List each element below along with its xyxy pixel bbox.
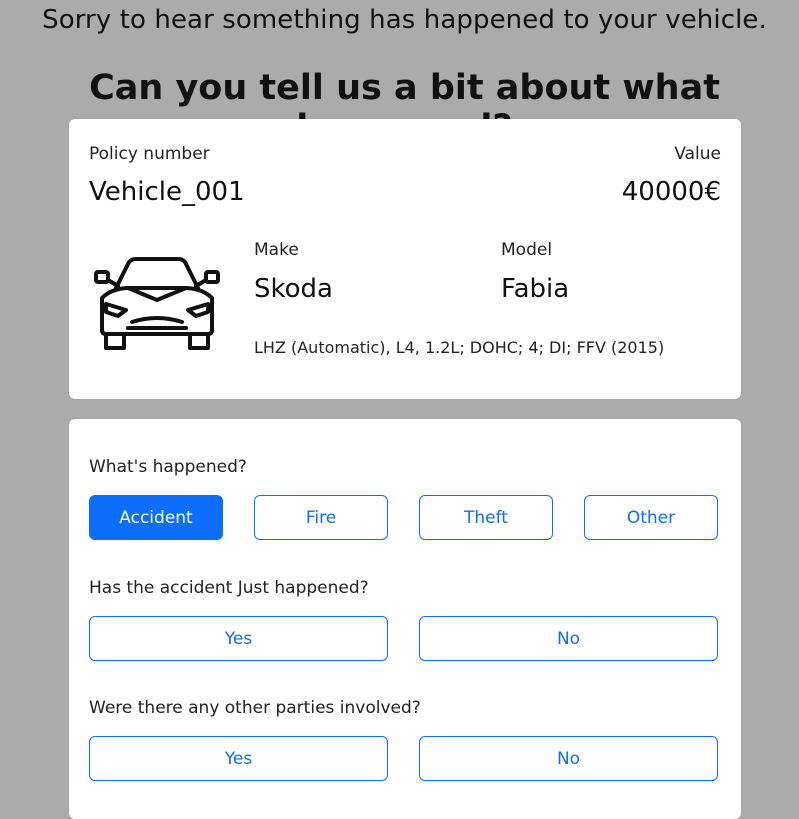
model-label: Model	[501, 240, 553, 260]
just-happened-yes-button[interactable]: Yes	[89, 616, 388, 661]
car-icon	[94, 257, 220, 350]
just-happened-no-button[interactable]: No	[419, 616, 718, 661]
make-value: Skoda	[254, 274, 333, 304]
other-parties-no-button[interactable]: No	[419, 736, 718, 781]
vehicle-value: 40000€	[621, 177, 721, 207]
value-label: Value	[674, 144, 721, 164]
fire-button[interactable]: Fire	[254, 495, 388, 540]
other-parties-yes-button[interactable]: Yes	[89, 736, 388, 781]
what-happened-label: What's happened?	[89, 457, 247, 477]
page-subtitle: Sorry to hear something has happened to …	[42, 5, 767, 35]
just-happened-label: Has the accident Just happened?	[89, 578, 369, 598]
model-value: Fabia	[501, 274, 570, 304]
vehicle-spec: LHZ (Automatic), L4, 1.2L; DOHC; 4; DI; …	[254, 338, 665, 357]
policy-number-value: Vehicle_001	[89, 177, 245, 207]
theft-button[interactable]: Theft	[419, 495, 553, 540]
other-parties-label: Were there any other parties involved?	[89, 698, 421, 718]
make-label: Make	[254, 240, 299, 260]
accident-button[interactable]: Accident	[89, 495, 223, 540]
incident-questions-card: What's happened? Accident Fire Theft Oth…	[69, 419, 741, 819]
other-button[interactable]: Other	[584, 495, 718, 540]
policy-number-label: Policy number	[89, 144, 210, 164]
vehicle-card: Policy number Vehicle_001 Value 40000€ M…	[69, 119, 741, 399]
